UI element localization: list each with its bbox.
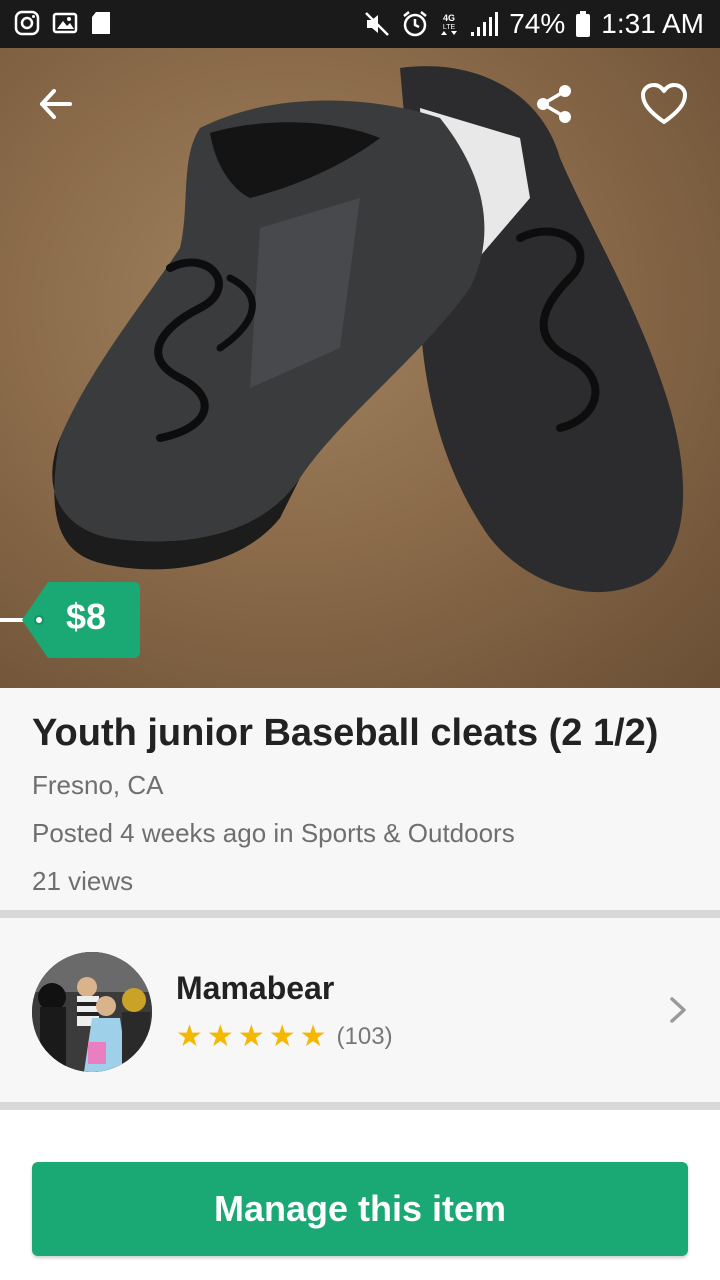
star-icon: ★ — [206, 1020, 234, 1053]
bottom-action-bar: Manage this item — [0, 1110, 720, 1280]
gallery-icon — [52, 12, 78, 34]
section-divider — [0, 910, 720, 918]
favorite-button[interactable] — [634, 74, 694, 134]
sd-card-icon — [92, 12, 110, 34]
listing-title: Youth junior Baseball cleats (2 1/2) — [32, 712, 659, 754]
listing-location: Fresno, CA — [32, 770, 164, 800]
svg-text:4G: 4G — [443, 13, 455, 23]
star-icon: ★ — [268, 1020, 296, 1053]
avatar-photo — [32, 952, 152, 1072]
alarm-icon — [403, 11, 427, 37]
clock: 1:31 AM — [601, 8, 704, 39]
chevron-right-icon[interactable] — [662, 994, 694, 1026]
seller-row[interactable]: Mamabear ★ ★ ★ ★ ★ (103) — [0, 918, 720, 1102]
heart-icon — [641, 83, 687, 124]
star-icon: ★ — [237, 1020, 265, 1053]
listing-photo[interactable]: $8 — [0, 48, 720, 688]
instagram-icon — [14, 10, 40, 36]
battery-percent: 74% — [509, 8, 566, 39]
lte-icon: 4G LTE — [441, 13, 458, 35]
share-icon — [537, 85, 571, 123]
share-button[interactable] — [524, 74, 584, 134]
star-icon: ★ — [176, 1020, 203, 1053]
battery-icon — [576, 11, 591, 37]
listing-posted: Posted 4 weeks ago in Sports & Outdoors — [32, 818, 515, 848]
listing-views: 21 views — [32, 866, 134, 896]
star-icon: ★ — [299, 1020, 327, 1053]
price-label: $8 — [66, 596, 107, 637]
back-arrow-icon — [40, 89, 72, 119]
tag-hole — [34, 615, 44, 625]
seller-name[interactable]: Mamabear — [176, 970, 334, 1007]
mute-icon — [365, 12, 390, 36]
rating-count: (103) — [336, 1023, 393, 1050]
manage-item-button[interactable]: Manage this item — [32, 1162, 688, 1256]
signal-icon — [471, 12, 499, 36]
section-divider — [0, 1102, 720, 1110]
seller-avatar[interactable] — [32, 952, 152, 1072]
listing-details: Youth junior Baseball cleats (2 1/2) Fre… — [0, 688, 720, 910]
price-tag: $8 — [0, 582, 140, 658]
status-bar: 4G LTE 74% 1:31 AM — [0, 0, 720, 48]
seller-rating: ★ ★ ★ ★ ★ (103) — [176, 1022, 393, 1052]
svg-text:LTE: LTE — [443, 24, 456, 31]
back-button[interactable] — [26, 74, 86, 134]
